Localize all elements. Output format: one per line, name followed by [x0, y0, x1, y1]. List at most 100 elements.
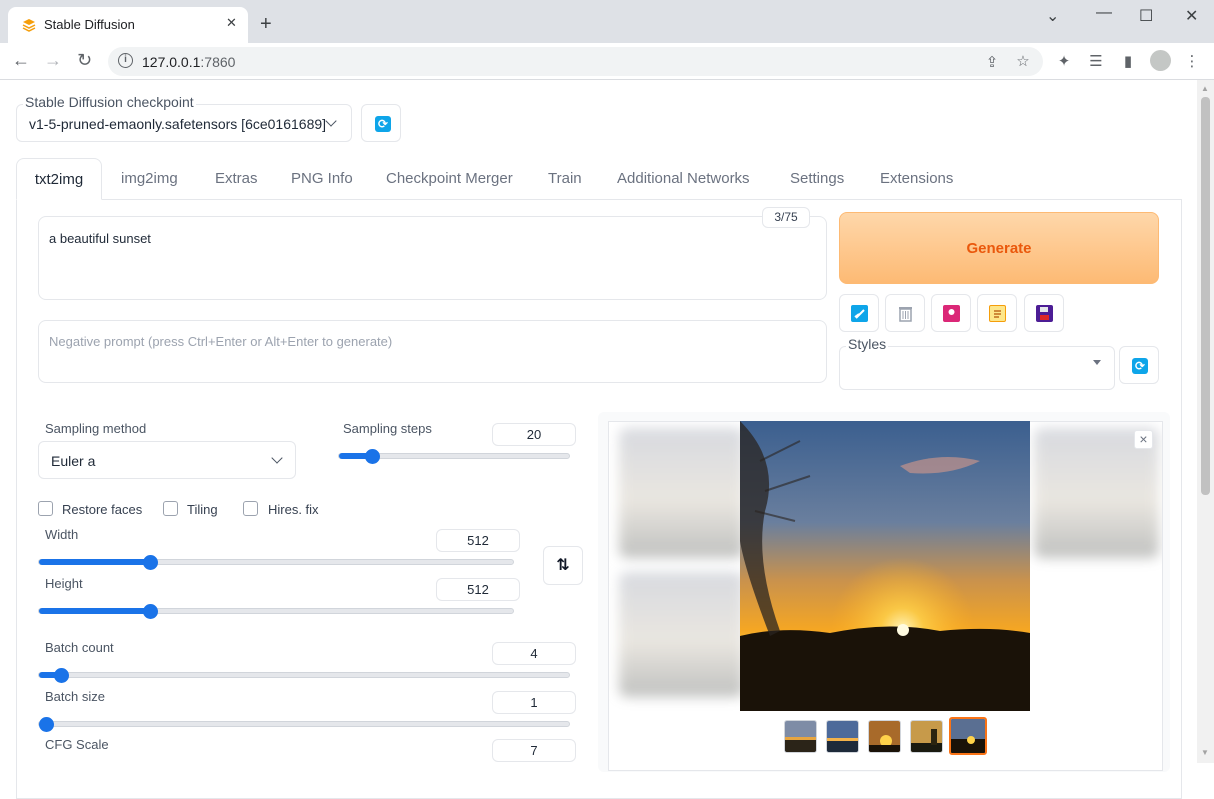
slider-handle[interactable] — [54, 668, 69, 683]
batch-size-input[interactable]: 1 — [492, 691, 576, 714]
gallery-thumbnail-1[interactable] — [784, 720, 817, 753]
browser-tab-strip: Stable Diffusion ✕ + ⌄ — ☐ ✕ — [0, 0, 1214, 43]
minimize-icon[interactable]: — — [1096, 4, 1112, 22]
slider-fill — [39, 608, 151, 614]
site-info-icon[interactable]: i — [118, 53, 133, 68]
browser-tab-title: Stable Diffusion — [44, 17, 135, 32]
tab-extras[interactable]: Extras — [215, 158, 258, 200]
prompt-textarea[interactable]: a beautiful sunset — [38, 216, 827, 300]
floppy-disk-icon — [1036, 305, 1053, 322]
refresh-checkpoints-button[interactable]: ⟳ — [361, 104, 401, 142]
width-slider[interactable] — [38, 555, 514, 570]
back-icon[interactable]: ← — [12, 50, 30, 71]
page-scrollbar[interactable]: ▲ ▼ — [1197, 80, 1214, 763]
tiling-checkbox[interactable] — [163, 501, 178, 516]
hires-fix-label: Hires. fix — [268, 502, 319, 517]
address-bar[interactable]: i 127.0.0.1:7860 ⇪ ☆ — [108, 47, 1043, 76]
tab-checkpoint-merger[interactable]: Checkpoint Merger — [386, 158, 513, 200]
extra-networks-icon — [943, 305, 960, 322]
forward-icon[interactable]: → — [44, 50, 62, 71]
batch-size-label: Batch size — [45, 689, 105, 704]
restore-faces-checkbox[interactable] — [38, 501, 53, 516]
negative-prompt-textarea[interactable]: Negative prompt (press Ctrl+Enter or Alt… — [38, 320, 827, 383]
scrollbar-thumb[interactable] — [1201, 97, 1210, 495]
bookmark-star-icon[interactable]: ☆ — [1014, 52, 1032, 70]
blurred-thumbnail — [619, 428, 744, 558]
stable-diffusion-favicon-icon — [22, 19, 36, 32]
tab-train[interactable]: Train — [548, 158, 582, 200]
batch-count-slider[interactable] — [38, 668, 570, 683]
hires-fix-checkbox[interactable] — [243, 501, 258, 516]
new-tab-icon[interactable]: + — [260, 14, 272, 34]
read-params-button[interactable] — [839, 294, 879, 332]
url-text: 127.0.0.1:7860 — [142, 54, 236, 70]
kebab-menu-icon[interactable]: ⋮ — [1183, 52, 1201, 70]
height-slider[interactable] — [38, 604, 514, 619]
profile-avatar[interactable] — [1150, 50, 1171, 71]
negative-prompt-placeholder: Negative prompt (press Ctrl+Enter or Alt… — [49, 334, 393, 349]
scroll-up-icon[interactable]: ▲ — [1201, 84, 1209, 93]
browser-tab[interactable]: Stable Diffusion ✕ — [8, 7, 248, 43]
height-input[interactable]: 512 — [436, 578, 520, 601]
apply-styles-button[interactable] — [977, 294, 1017, 332]
sampling-method-label: Sampling method — [45, 421, 147, 436]
slider-handle[interactable] — [39, 717, 54, 732]
swap-arrows-icon: ⇅ — [556, 557, 570, 574]
tab-close-icon[interactable]: ✕ — [226, 15, 237, 31]
gallery-thumbnail-5-selected[interactable] — [949, 717, 987, 755]
tab-search-chevron-icon[interactable]: ⌄ — [1046, 6, 1059, 26]
batch-count-input[interactable]: 4 — [492, 642, 576, 665]
width-input[interactable]: 512 — [436, 529, 520, 552]
tab-extensions[interactable]: Extensions — [880, 158, 953, 200]
restore-faces-label: Restore faces — [62, 502, 143, 517]
slider-handle[interactable] — [143, 555, 158, 570]
side-panel-icon[interactable]: ▮ — [1119, 52, 1137, 70]
scroll-down-icon[interactable]: ▼ — [1201, 748, 1209, 757]
maximize-icon[interactable]: ☐ — [1139, 6, 1153, 26]
tab-additional-networks[interactable]: Additional Networks — [617, 158, 750, 200]
cfg-scale-input[interactable]: 7 — [492, 739, 576, 762]
chevron-down-icon — [271, 452, 283, 464]
slider-handle[interactable] — [365, 449, 380, 464]
tab-txt2img[interactable]: txt2img — [16, 158, 102, 200]
slider-fill — [39, 559, 151, 565]
sampling-steps-input[interactable]: 20 — [492, 423, 576, 446]
sampling-method-dropdown[interactable]: Euler a — [38, 441, 296, 479]
styles-dropdown[interactable] — [839, 346, 1115, 390]
cfg-scale-label: CFG Scale — [45, 737, 109, 752]
generated-sunset-image[interactable] — [740, 421, 1030, 711]
main-tabs: txt2img img2img Extras PNG Info Checkpoi… — [16, 158, 1182, 200]
tab-settings[interactable]: Settings — [790, 158, 844, 200]
sampling-method-value: Euler a — [51, 453, 96, 469]
window-close-icon[interactable]: ✕ — [1185, 6, 1198, 26]
swap-dimensions-button[interactable]: ⇅ — [543, 546, 583, 585]
clear-prompt-button[interactable] — [885, 294, 925, 332]
tab-png-info[interactable]: PNG Info — [291, 158, 353, 200]
batch-size-slider[interactable] — [38, 717, 570, 732]
gallery-thumbnail-2[interactable] — [826, 720, 859, 753]
share-icon[interactable]: ⇪ — [983, 53, 1001, 71]
tab-img2img[interactable]: img2img — [121, 158, 178, 200]
refresh-styles-button[interactable]: ⟳ — [1119, 346, 1159, 384]
prompt-text: a beautiful sunset — [49, 231, 151, 246]
refresh-icon: ⟳ — [375, 116, 391, 132]
generate-button[interactable]: Generate — [839, 212, 1159, 284]
token-counter: 3/75 — [762, 207, 810, 228]
extensions-puzzle-icon[interactable]: ✦ — [1055, 52, 1073, 70]
height-label: Height — [45, 576, 83, 591]
save-style-button[interactable] — [1024, 294, 1064, 332]
reading-list-icon[interactable]: ☰ — [1087, 52, 1105, 70]
gallery-thumbnail-3[interactable] — [868, 720, 901, 753]
browser-toolbar: ← → ↻ i 127.0.0.1:7860 ⇪ ☆ ✦ ☰ ▮ ⋮ — [0, 43, 1214, 80]
trash-icon — [897, 305, 914, 322]
show-extra-networks-button[interactable] — [931, 294, 971, 332]
sampling-steps-label: Sampling steps — [343, 421, 432, 436]
reload-icon[interactable]: ↻ — [77, 50, 92, 71]
slider-handle[interactable] — [143, 604, 158, 619]
chevron-down-icon — [325, 115, 337, 127]
gallery-close-button[interactable]: × — [1134, 430, 1153, 449]
sampling-steps-slider[interactable] — [338, 449, 570, 464]
tiling-label: Tiling — [187, 502, 218, 517]
refresh-icon: ⟳ — [1132, 358, 1148, 374]
gallery-thumbnail-4[interactable] — [910, 720, 943, 753]
